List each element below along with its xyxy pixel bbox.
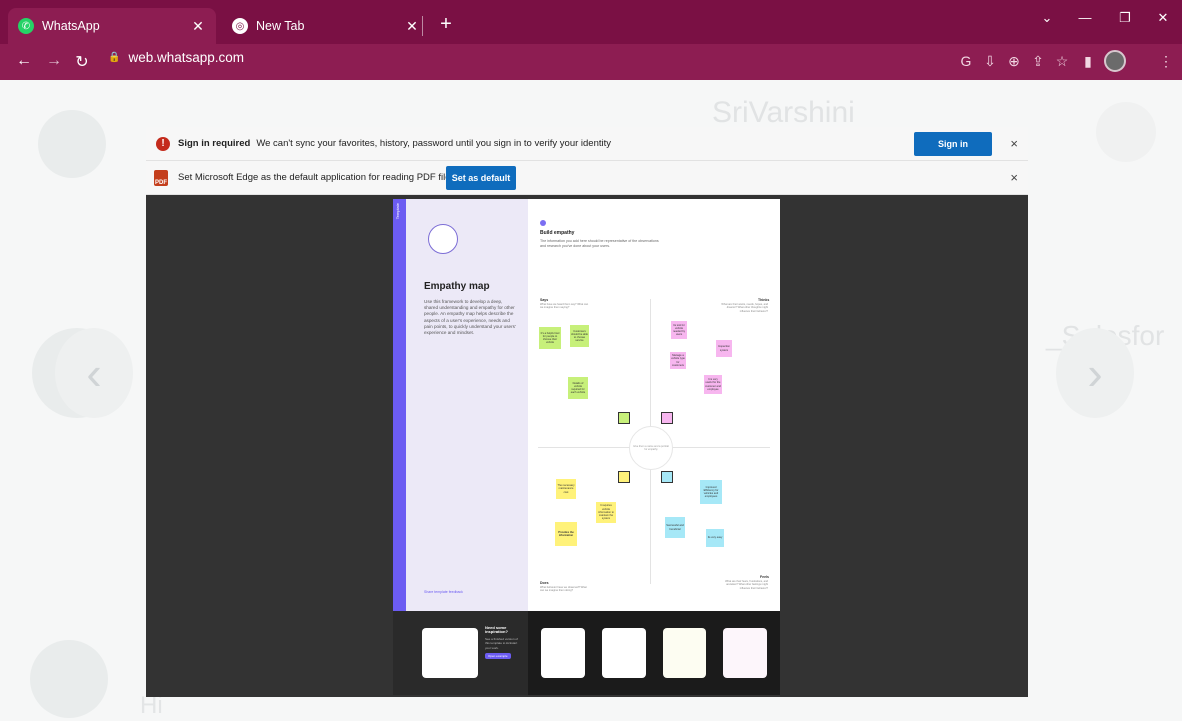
signin-label: Sign in required bbox=[178, 138, 251, 149]
build-empathy-title: Build empathy bbox=[540, 230, 575, 236]
template-label: Template bbox=[395, 203, 400, 220]
step-thumbnail[interactable] bbox=[723, 628, 767, 678]
avatar bbox=[38, 110, 106, 178]
minimize-button[interactable]: — bbox=[1070, 10, 1100, 25]
does-icon bbox=[618, 471, 630, 483]
signin-infobar: ! Sign in required We can't sync your fa… bbox=[146, 127, 1028, 161]
does-label: Does bbox=[540, 581, 549, 585]
thinks-icon bbox=[661, 412, 673, 424]
sticky-note: Details of vehicle required for each veh… bbox=[568, 377, 588, 399]
back-button[interactable]: ← bbox=[12, 52, 36, 70]
portrait-icon bbox=[428, 224, 458, 254]
sticky-note: It is very useful for the customer and e… bbox=[704, 375, 722, 394]
template-intro-panel: Template Empathy map Use this framework … bbox=[393, 199, 528, 611]
sticky-note: Its tool for vehicle needed by users bbox=[671, 321, 687, 339]
says-subtext: What have we heard them say? What can we… bbox=[540, 303, 589, 310]
feedback-link[interactable]: Share template feedback bbox=[424, 590, 463, 594]
feels-subtext: What are their fears, frustrations, and … bbox=[725, 580, 768, 590]
sticky-note: It requires vehicle information to maint… bbox=[596, 502, 616, 523]
google-icon[interactable]: G bbox=[956, 53, 976, 69]
browser-toolbar: ← → ↻ 🔒 web.whatsapp.com G ⇩ ⊕ ⇪ ☆ ▮ ⋮ bbox=[0, 44, 1182, 80]
close-tab-icon[interactable]: ✕ bbox=[404, 18, 420, 35]
sticky-note: Manage a vehicle type for customers bbox=[670, 352, 686, 369]
says-icon bbox=[618, 412, 630, 424]
thinks-subtext: What are their wants, needs, hopes, and … bbox=[721, 303, 768, 313]
set-as-default-button[interactable]: Set as default bbox=[446, 166, 516, 190]
tab-new-tab[interactable]: ◎ New Tab ✕ bbox=[222, 8, 430, 44]
bookmark-star-icon[interactable]: ☆ bbox=[1052, 53, 1072, 70]
thinks-label: Thinks bbox=[758, 298, 770, 302]
persona-circle: Give them a name and a portrait for empa… bbox=[629, 426, 673, 470]
says-label: Says bbox=[540, 298, 549, 302]
inspiration-text: Need some inspiration? See a finished ve… bbox=[485, 625, 523, 660]
sticky-note: Its very easy bbox=[706, 529, 724, 547]
template-strip: Template bbox=[393, 199, 406, 611]
feels-label: Feels bbox=[760, 575, 769, 579]
whatsapp-icon: ✆ bbox=[18, 18, 34, 34]
close-icon[interactable]: × bbox=[1010, 170, 1018, 185]
pdf-icon: PDF bbox=[154, 169, 168, 186]
next-arrow-icon[interactable]: › bbox=[1056, 328, 1134, 418]
step-thumbnail[interactable] bbox=[663, 628, 706, 678]
address-bar[interactable]: 🔒 web.whatsapp.com bbox=[108, 50, 244, 65]
example-thumbnail[interactable] bbox=[422, 628, 478, 678]
tab-title: New Tab bbox=[256, 19, 305, 33]
sticky-note: It's a helpful tool for people to choose… bbox=[539, 327, 561, 349]
open-example-button[interactable]: Open example bbox=[485, 653, 511, 660]
alert-icon: ! bbox=[156, 136, 170, 151]
pdf-page: Template Empathy map Use this framework … bbox=[393, 199, 780, 695]
step-thumbnail[interactable] bbox=[541, 628, 585, 678]
install-app-icon[interactable]: ⇩ bbox=[980, 53, 1000, 70]
empathy-map-title: Empathy map bbox=[424, 281, 490, 292]
step-thumbnail[interactable] bbox=[602, 628, 646, 678]
restore-button[interactable]: ❐ bbox=[1110, 10, 1140, 26]
empathy-board: Build empathy The information you add he… bbox=[528, 199, 780, 611]
inspiration-panel: Need some inspiration? See a finished ve… bbox=[393, 611, 528, 695]
empathy-map-description: Use this framework to develop a deep, sh… bbox=[424, 299, 516, 336]
sticky-note: Inspection system bbox=[716, 340, 732, 357]
close-tab-icon[interactable]: ✕ bbox=[190, 18, 206, 35]
build-empathy-description: The information you add here should be r… bbox=[540, 239, 659, 248]
avatar bbox=[30, 640, 108, 718]
share-icon[interactable]: ⇪ bbox=[1028, 53, 1048, 70]
inspiration-description: See a finished version of this template … bbox=[485, 636, 518, 650]
side-panel-icon[interactable]: ▮ bbox=[1078, 53, 1098, 70]
feels-icon bbox=[661, 471, 673, 483]
profile-avatar[interactable] bbox=[1104, 50, 1126, 72]
forward-button[interactable]: → bbox=[42, 52, 66, 70]
menu-kebab-icon[interactable]: ⋮ bbox=[1156, 53, 1176, 70]
inspiration-strip: Need some inspiration? See a finished ve… bbox=[393, 611, 780, 695]
sticky-note: Provides the information bbox=[555, 522, 577, 546]
new-tab-button[interactable]: + bbox=[434, 14, 458, 34]
tab-whatsapp[interactable]: ✆ WhatsApp ✕ bbox=[8, 8, 216, 44]
browser-title-bar: ✆ WhatsApp ✕ ◎ New Tab ✕ + ⌄ — ❐ ✕ bbox=[0, 0, 1182, 44]
does-subtext: What behavior have we observed? What can… bbox=[540, 586, 587, 593]
tab-separator bbox=[422, 16, 423, 36]
signin-message: We can't sync your favorites, history, p… bbox=[256, 138, 612, 149]
chrome-icon: ◎ bbox=[232, 18, 248, 34]
sticky-note: Successful and beneficial bbox=[665, 517, 685, 538]
tab-title: WhatsApp bbox=[42, 19, 100, 33]
close-icon[interactable]: × bbox=[1010, 136, 1018, 151]
reload-button[interactable]: ↻ bbox=[70, 52, 94, 72]
contact-name: SriVarshini bbox=[712, 96, 855, 129]
search-icon bbox=[1096, 102, 1156, 162]
sticky-note: Customers should be able to choose servi… bbox=[570, 325, 589, 347]
zoom-icon[interactable]: ⊕ bbox=[1004, 53, 1024, 70]
default-pdf-infobar: PDF Set Microsoft Edge as the default ap… bbox=[146, 161, 1028, 195]
lock-icon: 🔒 bbox=[108, 52, 121, 63]
inspiration-heading: Need some inspiration? bbox=[485, 625, 508, 635]
url-text: web.whatsapp.com bbox=[128, 50, 245, 65]
tab-search-icon[interactable]: ⌄ bbox=[1032, 10, 1062, 26]
sticky-note: The necessary maintenance cost bbox=[556, 479, 576, 499]
default-message: Set Microsoft Edge as the default applic… bbox=[178, 172, 461, 183]
prev-arrow-icon[interactable]: ‹ bbox=[55, 328, 133, 418]
step-dot bbox=[540, 220, 546, 226]
sign-in-button[interactable]: Sign in bbox=[914, 132, 992, 156]
sticky-note: Improved Efficiency for vehicles and emp… bbox=[700, 480, 722, 504]
close-window-button[interactable]: ✕ bbox=[1148, 10, 1178, 26]
